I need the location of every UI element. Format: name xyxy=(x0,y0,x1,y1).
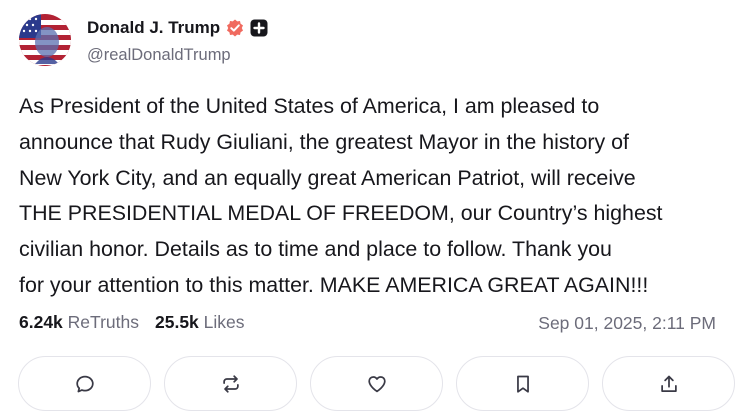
post-body: As President of the United States of Ame… xyxy=(19,89,724,304)
author-display-name[interactable]: Donald J. Trump xyxy=(87,18,220,38)
post-stats: 6.24k ReTruths 25.5k Likes xyxy=(19,312,245,333)
action-bar xyxy=(18,356,735,411)
likes-count: 25.5k xyxy=(155,312,199,332)
likes-label: Likes xyxy=(203,312,245,332)
bookmark-icon xyxy=(516,375,529,393)
post-line: for your attention to this matter. MAKE … xyxy=(19,272,649,297)
post-line: New York City, and an equally great Amer… xyxy=(19,165,636,190)
post-timestamp[interactable]: Sep 01, 2025, 2:11 PM xyxy=(538,313,716,334)
flag-portrait-avatar-icon xyxy=(19,14,71,66)
retruths-label: ReTruths xyxy=(67,312,139,332)
author-handle[interactable]: @realDonaldTrump xyxy=(87,46,231,65)
post-line: As President of the United States of Ame… xyxy=(19,94,600,118)
reply-icon xyxy=(75,375,94,392)
truth-post: Donald J. Trump @realDonaldTrump As Pres… xyxy=(0,0,736,420)
like-button[interactable] xyxy=(310,356,443,411)
retruths-stat[interactable]: 6.24k ReTruths xyxy=(19,312,139,333)
avatar[interactable] xyxy=(19,14,71,66)
retruths-count: 6.24k xyxy=(19,312,63,332)
retruth-icon xyxy=(222,374,239,393)
bookmark-button[interactable] xyxy=(456,356,589,411)
post-line: civilian honor. Details as to time and p… xyxy=(19,237,612,262)
reply-button[interactable] xyxy=(18,356,151,411)
share-icon xyxy=(660,375,677,392)
verified-check-icon xyxy=(226,19,244,37)
post-line: announce that Rudy Giuliani, the greates… xyxy=(19,129,629,154)
post-line: THE PRESIDENTIAL MEDAL OF FREEDOM, our C… xyxy=(19,201,663,226)
retruth-button[interactable] xyxy=(164,356,297,411)
share-button[interactable] xyxy=(602,356,735,411)
likes-stat[interactable]: 25.5k Likes xyxy=(155,312,245,333)
heart-icon xyxy=(367,375,386,392)
author-name-row: Donald J. Trump xyxy=(87,18,268,38)
plus-badge-icon xyxy=(250,19,268,37)
